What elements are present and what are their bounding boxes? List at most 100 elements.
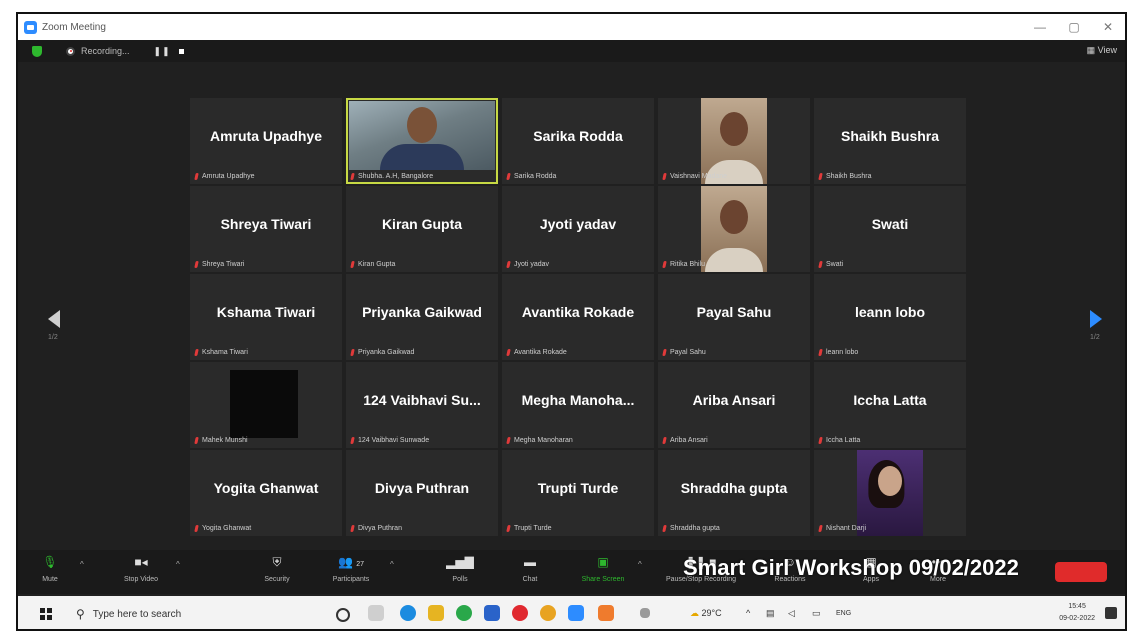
- participant-footer: Ariba Ansari: [662, 437, 708, 444]
- participant-tile[interactable]: Nishant Darji: [814, 450, 966, 536]
- participant-footer-label: Vaishnavi Madane: [670, 173, 728, 180]
- participant-tile[interactable]: Avantika Rokade Avantika Rokade: [502, 274, 654, 360]
- app-icon-green[interactable]: [456, 605, 472, 621]
- volume-icon[interactable]: ◁: [788, 608, 795, 619]
- previous-page-arrow-icon[interactable]: [48, 310, 60, 328]
- chrome-icon[interactable]: [540, 605, 556, 621]
- muted-mic-icon: [662, 437, 667, 444]
- video-options-caret-icon[interactable]: ^: [176, 560, 180, 569]
- share-options-caret-icon[interactable]: ^: [638, 560, 642, 569]
- participants-button[interactable]: 👥 27 Participants: [316, 554, 386, 583]
- participant-tile[interactable]: Kshama Tiwari Kshama Tiwari: [190, 274, 342, 360]
- encryption-shield-icon[interactable]: [32, 45, 42, 57]
- participant-tile[interactable]: Jyoti yadav Jyoti yadav: [502, 186, 654, 272]
- participant-tile[interactable]: Vaishnavi Madane: [658, 98, 810, 184]
- file-explorer-icon[interactable]: [428, 605, 444, 621]
- polls-button[interactable]: ▂▅▇ Polls: [430, 554, 490, 583]
- share-screen-button[interactable]: ▣ Share Screen: [568, 554, 638, 583]
- network-icon[interactable]: ▭: [812, 608, 821, 619]
- participant-footer: Divya Puthran: [350, 525, 402, 532]
- page-indicator-left: 1/2: [48, 334, 58, 341]
- participant-tile[interactable]: Kiran Gupta Kiran Gupta: [346, 186, 498, 272]
- participant-tile[interactable]: Priyanka Gaikwad Priyanka Gaikwad: [346, 274, 498, 360]
- minimize-button[interactable]: —: [1023, 14, 1057, 40]
- weather-widget[interactable]: ☁ 29°C: [690, 608, 722, 619]
- muted-mic-icon: [662, 173, 667, 180]
- next-page-arrow-icon[interactable]: [1090, 310, 1102, 328]
- stop-recording-button[interactable]: [178, 48, 184, 54]
- participant-tile[interactable]: Mahek Munshi: [190, 362, 342, 448]
- pinned-tool-icon[interactable]: [640, 608, 650, 618]
- muted-mic-icon: [506, 437, 511, 444]
- participant-tile[interactable]: Shreya Tiwari Shreya Tiwari: [190, 186, 342, 272]
- end-meeting-button[interactable]: [1055, 562, 1107, 582]
- taskbar-search-box[interactable]: ⚲ Type here to search: [70, 602, 260, 626]
- muted-mic-icon: [194, 525, 199, 532]
- participant-footer-label: Megha Manoharan: [514, 437, 573, 444]
- audio-options-caret-icon[interactable]: ^: [80, 560, 84, 569]
- security-button[interactable]: ⛨ Security: [242, 554, 312, 583]
- participant-footer: Ritika Bhilu: [662, 261, 705, 268]
- participant-tile[interactable]: Payal Sahu Payal Sahu: [658, 274, 810, 360]
- pause-recording-button[interactable]: ❚❚: [154, 46, 171, 57]
- restore-button[interactable]: ▢: [1057, 14, 1091, 40]
- workshop-overlay-text: Smart Girl Workshop 09/02/2022: [683, 555, 1019, 580]
- view-button[interactable]: ▦ View: [1087, 45, 1117, 56]
- recording-status: Recording...: [81, 46, 130, 56]
- participant-tile[interactable]: Trupti Turde Trupti Turde: [502, 450, 654, 536]
- close-button[interactable]: ✕: [1091, 14, 1125, 40]
- participant-tile[interactable]: Divya Puthran Divya Puthran: [346, 450, 498, 536]
- participant-tile[interactable]: Yogita Ghanwat Yogita Ghanwat: [190, 450, 342, 536]
- opera-icon[interactable]: [512, 605, 528, 621]
- participant-footer: Shubha. A.H, Bangalore: [350, 173, 433, 180]
- share-screen-label: Share Screen: [581, 576, 625, 583]
- participant-video: [349, 101, 495, 170]
- muted-mic-icon: [350, 173, 355, 180]
- zoom-taskbar-icon[interactable]: [568, 605, 584, 621]
- participant-name: Priyanka Gaikwad: [362, 304, 482, 320]
- participant-footer-label: Payal Sahu: [670, 349, 706, 356]
- muted-mic-icon: [818, 525, 823, 532]
- participant-tile[interactable]: 124 Vaibhavi Su... 124 Vaibhavi Sunwade: [346, 362, 498, 448]
- cortana-icon[interactable]: [336, 608, 350, 622]
- participant-footer-label: Ariba Ansari: [670, 437, 708, 444]
- participant-footer-label: Amruta Upadhye: [202, 173, 255, 180]
- participant-tile[interactable]: Shraddha gupta Shraddha gupta: [658, 450, 810, 536]
- participant-tile[interactable]: leann lobo leann lobo: [814, 274, 966, 360]
- participant-tile[interactable]: Swati Swati: [814, 186, 966, 272]
- windows-start-icon[interactable]: [40, 608, 52, 620]
- participant-name: Shaikh Bushra: [840, 128, 940, 144]
- language-indicator[interactable]: ENG: [836, 610, 851, 617]
- app-icon-orange[interactable]: [598, 605, 614, 621]
- participant-tile[interactable]: Amruta Upadhye Amruta Upadhye: [190, 98, 342, 184]
- muted-mic-icon: [194, 261, 199, 268]
- chat-bubble-icon: ▬: [524, 555, 536, 569]
- participant-tile[interactable]: Megha Manoha... Megha Manoharan: [502, 362, 654, 448]
- participant-footer-label: Shaikh Bushra: [826, 173, 872, 180]
- participant-tile[interactable]: Shubha. A.H, Bangalore: [346, 98, 498, 184]
- participants-caret-icon[interactable]: ^: [390, 560, 394, 569]
- muted-mic-icon: [350, 261, 355, 268]
- participant-tile[interactable]: Ritika Bhilu: [658, 186, 810, 272]
- stop-video-button[interactable]: ■◂ Stop Video: [106, 554, 176, 583]
- store-icon[interactable]: [484, 605, 500, 621]
- notification-icon[interactable]: [1105, 607, 1117, 619]
- edge-icon[interactable]: [400, 605, 416, 621]
- mute-button[interactable]: 🎙 Mute: [30, 554, 70, 583]
- participant-footer-label: Nishant Darji: [826, 525, 867, 532]
- muted-mic-icon: [818, 261, 823, 268]
- tray-app-icon[interactable]: ▤: [766, 608, 775, 619]
- participant-tile[interactable]: Sarika Rodda Sarika Rodda: [502, 98, 654, 184]
- participant-name: Payal Sahu: [696, 304, 772, 320]
- meeting-info-bar: Recording... ❚❚ ▦ View: [18, 40, 1125, 62]
- participant-footer: Swati: [818, 261, 843, 268]
- participant-tile[interactable]: Shaikh Bushra Shaikh Bushra: [814, 98, 966, 184]
- taskbar-clock[interactable]: 15:45 09-02-2022: [1059, 601, 1095, 625]
- participant-tile[interactable]: Ariba Ansari Ariba Ansari: [658, 362, 810, 448]
- polls-icon: ▂▅▇: [446, 555, 474, 569]
- muted-mic-icon: [662, 349, 667, 356]
- chat-button[interactable]: ▬ Chat: [500, 554, 560, 583]
- tray-overflow-chevron-icon[interactable]: ^: [746, 608, 750, 618]
- task-view-icon[interactable]: [368, 605, 384, 621]
- participant-tile[interactable]: Iccha Latta Iccha Latta: [814, 362, 966, 448]
